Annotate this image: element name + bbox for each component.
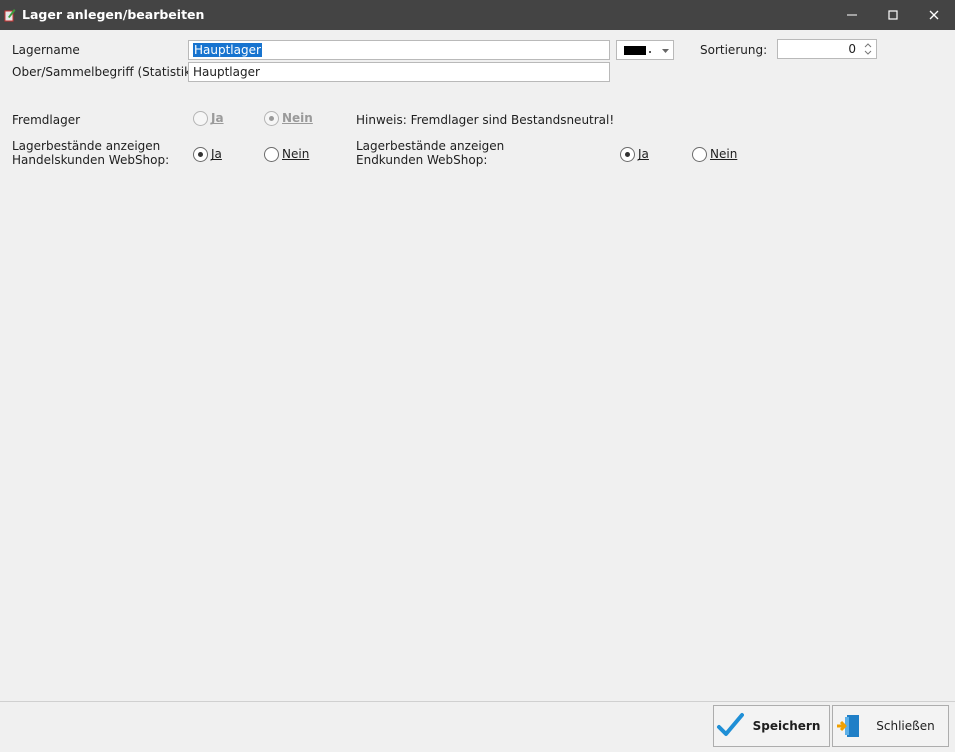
color-picker[interactable] <box>616 40 674 60</box>
close-button[interactable]: Schließen <box>832 705 949 747</box>
minimize-icon <box>847 14 857 16</box>
checkmark-icon <box>717 713 744 736</box>
obergriff-input[interactable]: Hauptlager <box>188 62 610 82</box>
fremdlager-label: Fremdlager <box>12 113 81 127</box>
handelskunden-nein-radio[interactable]: Nein <box>264 146 309 162</box>
endkunden-ja-radio[interactable]: Ja <box>620 146 649 162</box>
sortierung-spinner[interactable]: 0 <box>777 39 877 59</box>
minimize-button[interactable] <box>830 0 874 30</box>
fremdlager-ja-radio: Ja <box>193 110 224 126</box>
close-button-label: Schließen <box>876 719 935 733</box>
maximize-icon <box>888 10 898 20</box>
lagername-label: Lagername <box>12 43 80 57</box>
fremdlager-hint: Hinweis: Fremdlager sind Bestandsneutral… <box>356 113 615 127</box>
save-button-label: Speichern <box>752 719 821 733</box>
endkunden-nein-radio[interactable]: Nein <box>692 146 737 162</box>
sortierung-value: 0 <box>848 42 856 56</box>
exit-door-icon <box>837 715 859 737</box>
lagername-input[interactable]: Hauptlager <box>188 40 610 60</box>
obergriff-label: Ober/Sammelbegriff (Statistik) <box>12 65 196 79</box>
chevron-down-icon <box>662 49 669 53</box>
window-title: Lager anlegen/bearbeiten <box>22 7 205 22</box>
fremdlager-nein-radio: Nein <box>264 110 313 126</box>
handelskunden-ja-radio[interactable]: Ja <box>193 146 222 162</box>
spinner-arrows-icon[interactable] <box>862 41 874 57</box>
title-bar: Lager anlegen/bearbeiten <box>0 0 955 30</box>
endkunden-label: Lagerbestände anzeigen Endkunden WebShop… <box>356 139 505 167</box>
maximize-button[interactable] <box>871 0 915 30</box>
edit-document-icon <box>4 9 16 22</box>
close-icon <box>929 10 939 20</box>
color-swatch <box>624 46 646 55</box>
handelskunden-label: Lagerbestände anzeigen Handelskunden Web… <box>12 139 170 167</box>
sortierung-label: Sortierung: <box>700 43 768 57</box>
save-button[interactable]: Speichern <box>713 705 830 747</box>
close-window-button[interactable] <box>912 0 955 30</box>
obergriff-value: Hauptlager <box>193 65 260 79</box>
lagername-value: Hauptlager <box>193 43 262 57</box>
